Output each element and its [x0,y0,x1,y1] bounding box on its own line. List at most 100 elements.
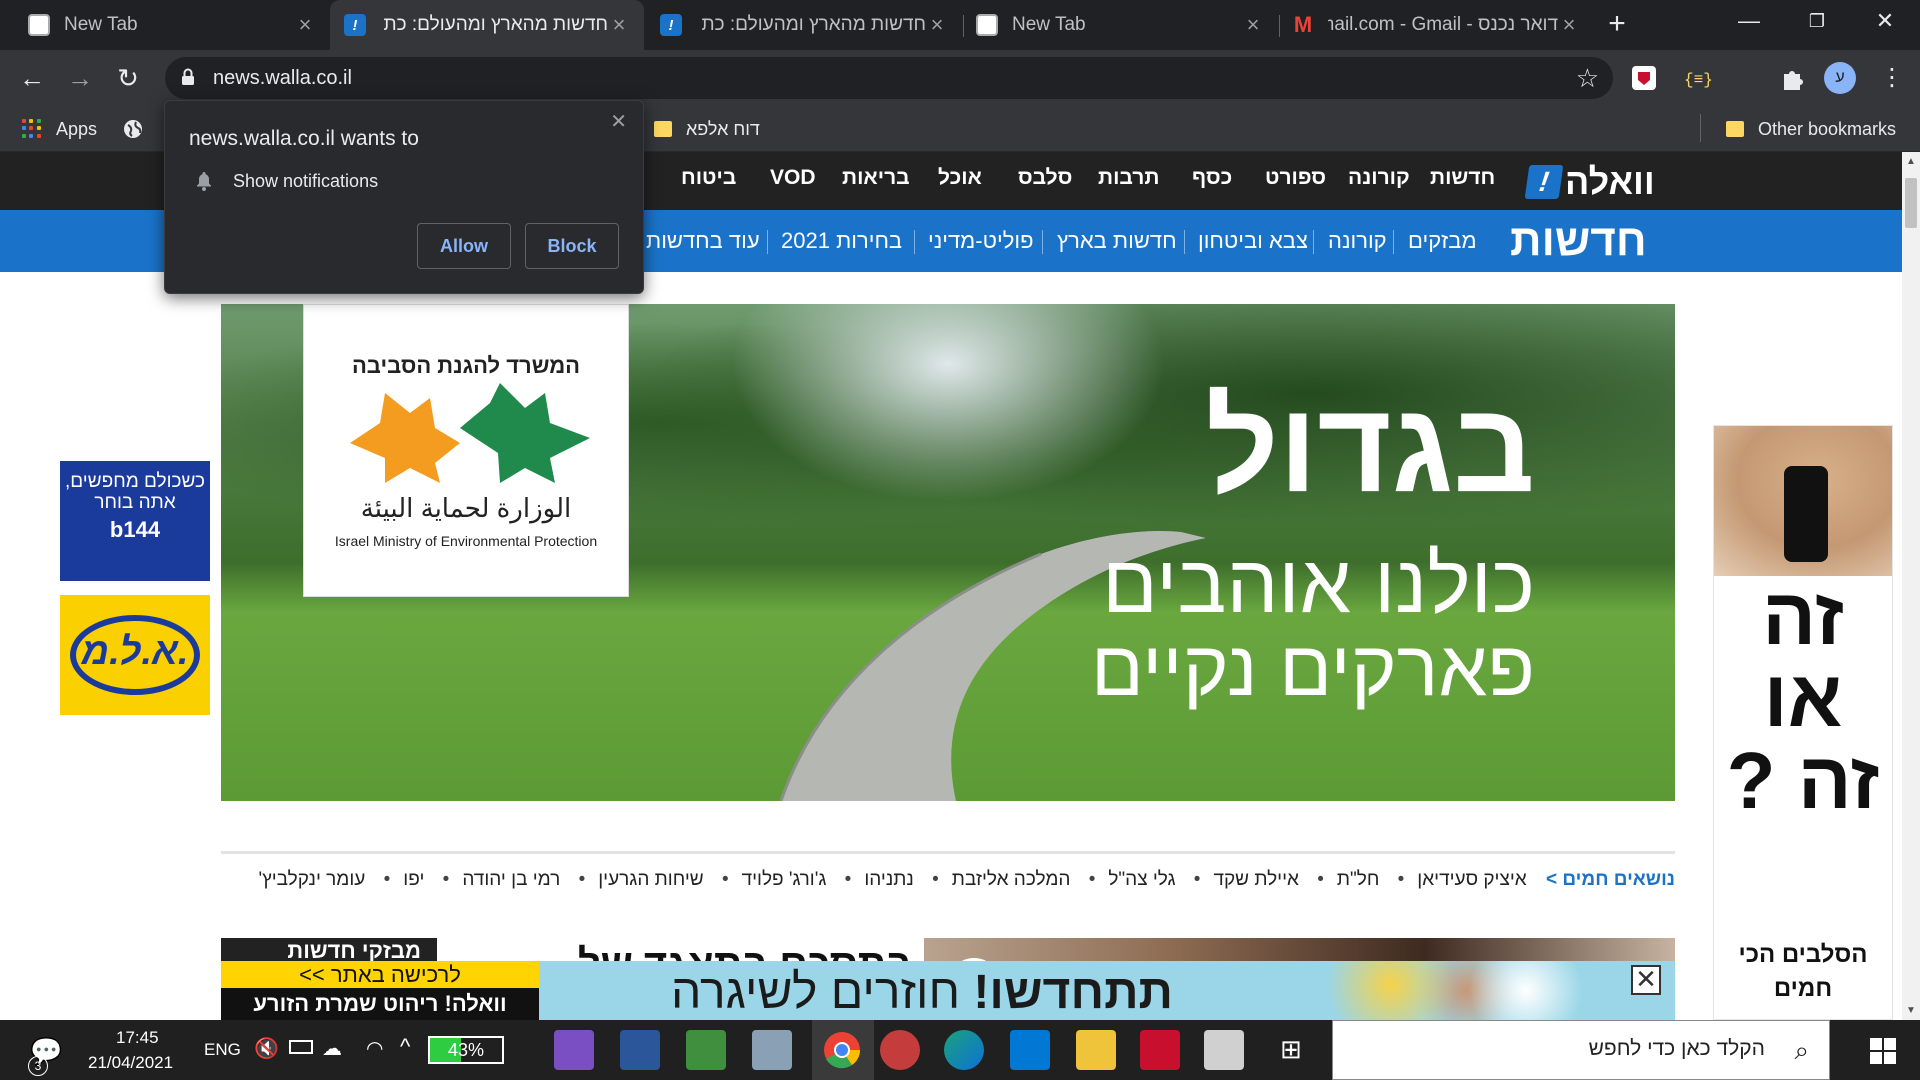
visual-studio-icon[interactable] [554,1030,594,1070]
subnav-item-more-news[interactable]: עוד בחדשות [646,228,760,254]
wifi-icon[interactable]: ◠ [366,1036,383,1061]
close-window-button[interactable]: ✕ [1856,0,1914,42]
extension-code-icon[interactable]: {≡} [1680,64,1714,92]
volume-muted-icon[interactable]: 🔇 [254,1036,279,1061]
nav-item-food[interactable]: אוכל [938,166,982,190]
nav-item-health[interactable]: בריאות [842,166,910,190]
taskbar-search-placeholder[interactable]: הקלד כאן כדי לחפש [1589,1037,1765,1061]
word-icon[interactable] [620,1030,660,1070]
lock-icon[interactable] [181,68,195,86]
hot-topic-link[interactable]: גלי צה"ל [1108,869,1175,890]
mcafee-icon[interactable] [1140,1030,1180,1070]
taskbar-search-box[interactable]: הקלד כאן כדי לחפש ⌕ [1332,1020,1830,1080]
extensions-puzzle-icon[interactable] [1778,64,1806,92]
extension-shield-icon[interactable] [1630,64,1658,92]
hot-topic-link[interactable]: יפו [403,869,424,890]
snipping-tool-icon[interactable] [880,1030,920,1070]
file-explorer-icon[interactable] [1076,1030,1116,1070]
nav-item-vod[interactable]: VOD [770,166,816,190]
hot-topic-link[interactable]: ג'ורג' פלויד [742,869,827,890]
search-icon[interactable]: ⌕ [1794,1035,1809,1067]
ad-alm[interactable]: א.ל.מ. [60,595,210,715]
scroll-down-arrow-icon[interactable]: ▼ [1902,1005,1920,1016]
tab-new-tab-1[interactable]: New Tab × [14,0,330,50]
close-tab-icon[interactable]: × [608,12,630,38]
microsoft-store-icon[interactable] [1204,1030,1244,1070]
hot-topic-link[interactable]: חל"ת [1337,869,1379,890]
hot-topic-link[interactable]: איילת שקד [1213,869,1299,890]
walla-logo[interactable]: ! וואלה [1524,161,1655,202]
nav-item-insurance[interactable]: ביטוח [681,166,736,190]
clock-date[interactable]: 21/04/2021 [88,1053,173,1073]
ad-this-or-that[interactable]: זה או זה ? הסלבים הכי חמים [1713,425,1893,1020]
ad-b144[interactable]: כשכולם מחפשים, אתה בוחר b144 [60,461,210,581]
scrollbar-thumb[interactable] [1905,178,1917,228]
scroll-up-arrow-icon[interactable]: ▲ [1902,156,1920,167]
chrome-icon[interactable] [822,1030,862,1070]
window-manager-icon[interactable] [752,1030,792,1070]
address-bar[interactable]: news.walla.co.il ☆ [165,57,1613,99]
globe-bookmark-icon[interactable] [122,116,144,142]
profile-avatar[interactable]: ע [1824,62,1856,94]
nav-item-corona[interactable]: קורונה [1348,166,1410,190]
sticky-ad-cta-box[interactable]: לרכישה באתר >> וואלה! ריהוט שמרת הזורע [221,961,539,1020]
close-tab-icon[interactable]: × [1558,12,1580,38]
close-popup-icon[interactable]: ✕ [610,109,627,134]
clock-time[interactable]: 17:45 [116,1028,159,1048]
bookmark-star-icon[interactable]: ☆ [1576,63,1599,94]
page-scrollbar[interactable]: ▲ ▼ [1902,152,1920,1020]
tab-walla-active[interactable]: ! חדשות מהארץ ומהעולם: כת × [330,0,644,50]
hot-topic-link[interactable]: עומר ינקלביץ' [259,869,366,890]
nav-item-sport[interactable]: ספורט [1265,166,1326,190]
apps-shortcut[interactable]: Apps [22,116,97,142]
task-view-icon[interactable]: ⊞ [1280,1034,1302,1065]
url-text[interactable]: news.walla.co.il [213,67,352,90]
mail-icon[interactable] [1010,1030,1050,1070]
allow-button[interactable]: Allow [417,223,511,269]
subnav-item-local-news[interactable]: חדשות בארץ [1057,228,1177,254]
input-language[interactable]: ENG [204,1040,241,1060]
environment-banner-ad[interactable]: המשרד להגנת הסביבה الوزارة لحماية البيئة… [221,304,1675,801]
nav-item-news[interactable]: חדשות [1430,166,1495,190]
restore-button[interactable]: ❐ [1788,0,1846,42]
subnav-item-politics[interactable]: פוליט-מדיני [928,228,1034,254]
nav-item-culture[interactable]: תרבות [1098,166,1159,190]
nav-item-celebs[interactable]: סלבס [1018,166,1072,190]
windows-start-icon[interactable] [1870,1038,1896,1064]
subnav-item-corona[interactable]: קורונה [1328,228,1387,254]
hot-topics-label[interactable]: נושאים חמים > [1546,869,1675,890]
sticky-bottom-ad[interactable]: לרכישה באתר >> וואלה! ריהוט שמרת הזורע ת… [221,961,1675,1020]
battery-percentage[interactable]: 43% [428,1036,504,1064]
browser-menu-icon[interactable]: ⋮ [1880,62,1904,94]
forward-arrow-icon[interactable]: → [62,60,98,96]
sticky-ad-buy-link[interactable]: לרכישה באתר >> [221,961,539,988]
tab-gmail[interactable]: M דואר נכנס - mail.com - Gmail × [1278,0,1594,50]
hot-topic-link[interactable]: רמי בן יהודה [462,869,560,890]
hot-topic-link[interactable]: שיחות הגרעין [598,869,703,890]
tab-walla-2[interactable]: ! חדשות מהארץ ומהעולם: כת × [646,0,962,50]
new-tab-button[interactable]: + [1600,8,1634,42]
close-tab-icon[interactable]: × [926,12,948,38]
nav-item-money[interactable]: כסף [1192,166,1232,190]
block-button[interactable]: Block [525,223,619,269]
close-ad-button[interactable]: ✕ [1631,965,1661,995]
edge-icon[interactable] [944,1030,984,1070]
close-tab-icon[interactable]: × [294,12,316,38]
paint-app-icon[interactable] [686,1030,726,1070]
subnav-item-elections[interactable]: בחירות 2021 [781,228,902,254]
hot-topic-link[interactable]: איציק סעידיאן [1417,869,1526,890]
bookmark-folder-alpha[interactable]: דוח אלפא [654,116,760,142]
show-hidden-icons-chevron-icon[interactable]: ^ [400,1034,410,1060]
other-bookmarks-folder[interactable]: Other bookmarks [1726,116,1896,142]
tab-new-tab-2[interactable]: New Tab × [962,0,1278,50]
subnav-item-army[interactable]: צבא וביטחון [1198,228,1308,254]
battery-small-icon[interactable] [289,1040,313,1054]
minimize-button[interactable]: — [1720,0,1778,42]
reload-icon[interactable]: ↻ [110,60,146,96]
section-title[interactable]: חדשות [1510,216,1647,266]
onedrive-offline-icon[interactable]: ☁ [322,1036,342,1061]
hot-topic-link[interactable]: המלכה אליזבת [952,869,1071,890]
close-tab-icon[interactable]: × [1242,12,1264,38]
back-arrow-icon[interactable]: ← [14,60,50,96]
subnav-item-flashes[interactable]: מבזקים [1408,228,1477,254]
